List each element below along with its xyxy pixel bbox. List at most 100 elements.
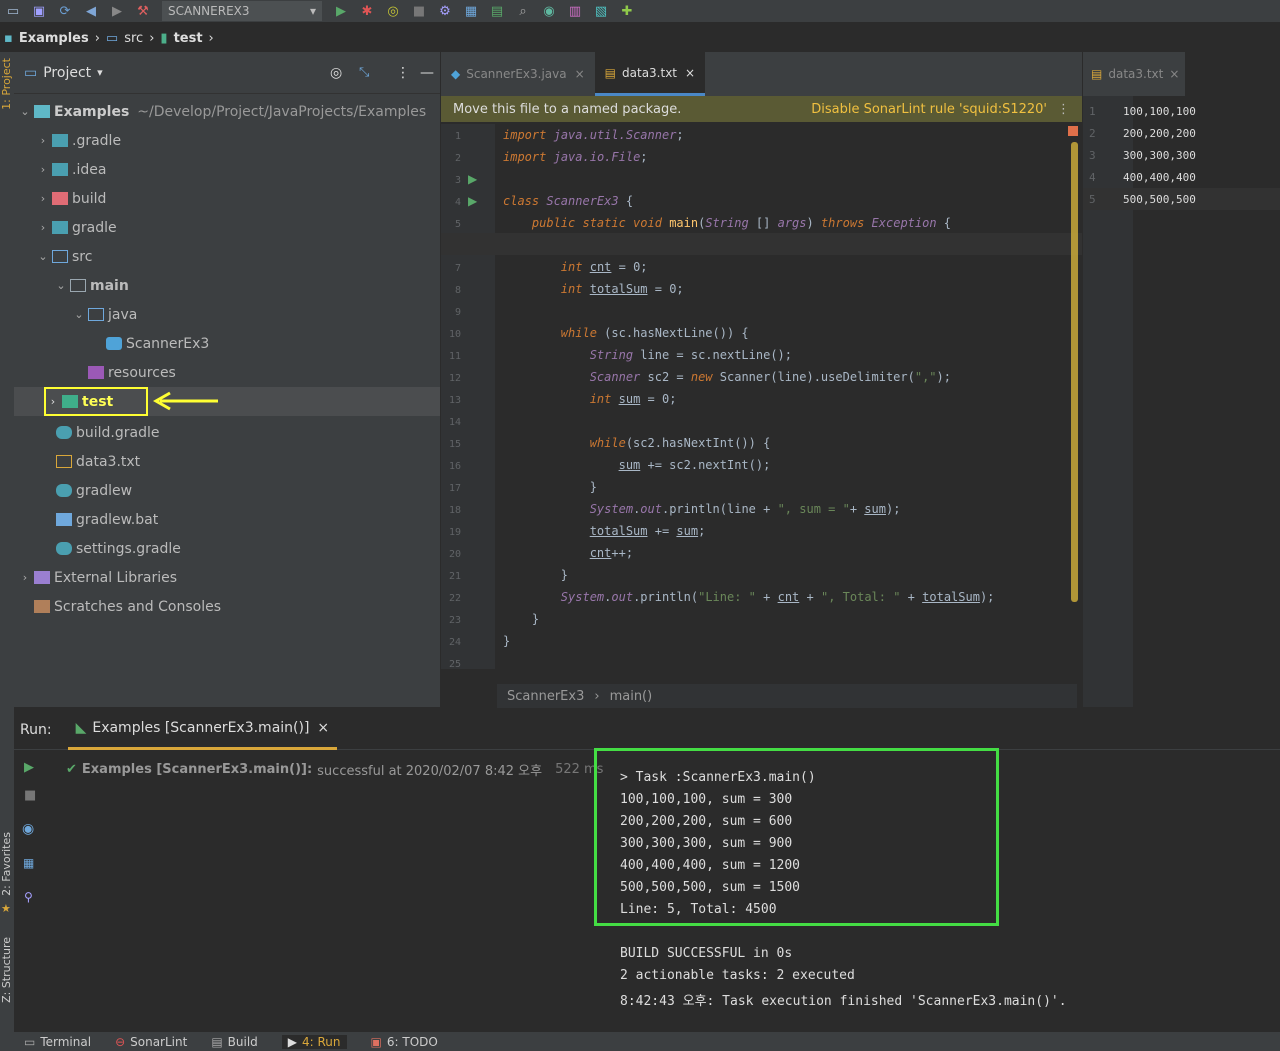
line-number: 2	[1089, 126, 1096, 140]
run-tool-button[interactable]: ▶ 4: Run	[281, 1034, 347, 1049]
left-tool-strip: 1: Project 2: Favorites ★ Z: Structure	[0, 52, 14, 1032]
tree-item-java[interactable]: ⌄ java	[14, 300, 440, 329]
run-gutter-icon[interactable]: ▶	[468, 172, 477, 186]
more-options-icon[interactable]: ⋮	[1057, 102, 1070, 117]
project-tool-label[interactable]: 1: Project	[0, 58, 13, 110]
tree-item-data3-txt[interactable]: data3.txt	[14, 447, 440, 476]
chevron-right-icon[interactable]: ›	[36, 192, 50, 205]
source-root-icon	[88, 308, 104, 321]
tree-item-scratches[interactable]: Scratches and Consoles	[14, 592, 440, 621]
collapse-icon[interactable]: ⤡	[359, 65, 369, 80]
editor-breadcrumb: ScannerEx3 › main()	[497, 684, 1077, 708]
data3-lines[interactable]: 1 100,100,100 2 200,200,200 3 300,300,300 4 400…	[1083, 96, 1280, 296]
tree-item-main[interactable]: ⌄ main	[14, 271, 440, 300]
tree-item-settings-gradle[interactable]: settings.gradle	[14, 534, 440, 563]
run-output[interactable]: > Task :ScannerEx3.main() 100,100,100, su…	[14, 710, 1280, 1020]
todo-button[interactable]: ▣ 6: TODO	[371, 1035, 438, 1049]
tree-item-build-gradle[interactable]: build.gradle	[14, 418, 440, 447]
tab-data3-txt[interactable]: ▤ data3.txt ×	[594, 52, 706, 96]
sonarlint-button[interactable]: ⊖ SonarLint	[115, 1035, 187, 1049]
tree-item-gradlew[interactable]: gradlew	[14, 476, 440, 505]
sonar-icon[interactable]: ◉	[536, 0, 562, 22]
sync-icon[interactable]: ⟳	[52, 0, 78, 22]
back-icon[interactable]: ◀	[78, 0, 104, 22]
open-folder-icon[interactable]: ▭	[0, 0, 26, 22]
close-icon[interactable]: ×	[685, 66, 695, 80]
chevron-right-icon[interactable]: ›	[18, 571, 32, 584]
database-icon[interactable]: ▥	[562, 0, 588, 22]
tree-item-gradle[interactable]: › gradle	[14, 213, 440, 242]
project-structure-icon[interactable]: ▦	[458, 0, 484, 22]
breadcrumb-src[interactable]: src	[124, 31, 143, 46]
tree-item-scannerex3[interactable]: ScannerEx3	[14, 329, 440, 358]
tab-scannerex3-java[interactable]: ◆ ScannerEx3.java ×	[441, 52, 595, 96]
tree-item-resources[interactable]: resources	[14, 358, 440, 387]
build-button[interactable]: ▤ Build	[211, 1035, 257, 1049]
code-area[interactable]: import java.util.Scanner; import java.io.…	[441, 124, 1082, 669]
terminal-icon[interactable]: ▤	[484, 0, 510, 22]
chevron-right-icon[interactable]: ›	[36, 134, 50, 147]
debug-icon[interactable]: ✱	[354, 0, 380, 22]
chevron-right-icon[interactable]: ›	[36, 163, 50, 176]
close-icon[interactable]: ×	[575, 67, 585, 81]
save-icon[interactable]: ▣	[26, 0, 52, 22]
folder-icon	[52, 221, 68, 234]
close-icon[interactable]: ×	[1169, 67, 1179, 81]
chevron-right-icon[interactable]: ›	[36, 221, 50, 234]
chevron-down-icon[interactable]: ▾	[97, 66, 103, 79]
scrollbar-track[interactable]	[1071, 142, 1078, 602]
build-icon: ▤	[211, 1034, 223, 1049]
source-folder-icon	[52, 250, 68, 263]
code-line: cnt++;	[589, 546, 634, 560]
locate-icon[interactable]: ◎	[330, 65, 342, 81]
tab-data3-txt-split[interactable]: ▤ data3.txt ×	[1083, 52, 1185, 96]
code-line: while (sc.hasNextLine()) {	[560, 326, 749, 340]
intellij-icon[interactable]: ▧	[588, 0, 614, 22]
breadcrumb-test[interactable]: test	[174, 31, 203, 46]
run-icon[interactable]: ▶	[328, 0, 354, 22]
run-gutter-icon[interactable]: ▶	[468, 194, 477, 208]
project-panel-title[interactable]: Project	[43, 65, 91, 81]
data-line: 4 400,400,400	[1083, 166, 1280, 188]
run-config-select[interactable]: SCANNEREX3 ▾	[162, 1, 322, 21]
tree-item-idea[interactable]: › .idea	[14, 155, 440, 184]
favorites-tool-label[interactable]: 2: Favorites	[0, 832, 13, 896]
data-line: 3 300,300,300	[1083, 144, 1280, 166]
chevron-down-icon[interactable]: ⌄	[54, 279, 68, 292]
tree-item-build[interactable]: › build	[14, 184, 440, 213]
crumb-class[interactable]: ScannerEx3	[507, 689, 584, 704]
tree-label: External Libraries	[54, 569, 177, 586]
output-line: BUILD SUCCESSFUL in 0s	[620, 946, 793, 961]
code-line: System.out.println("Line: " + cnt + ", T…	[560, 590, 995, 604]
hide-panel-icon[interactable]: —	[420, 65, 434, 81]
tree-item-examples[interactable]: ⌄ Examples ~/Develop/Project/JavaProject…	[14, 97, 440, 126]
stop-icon[interactable]: ■	[406, 0, 432, 22]
plugin-icon[interactable]: ✚	[614, 0, 640, 22]
project-view-icon: ▭	[24, 64, 38, 81]
yellow-highlight-box	[44, 387, 148, 416]
disable-rule-link[interactable]: Disable SonarLint rule 'squid:S1220'	[811, 102, 1047, 117]
build-hammer-icon[interactable]: ⚒	[130, 0, 156, 22]
chevron-down-icon[interactable]: ⌄	[36, 250, 50, 263]
breadcrumb-separator-icon: ›	[594, 688, 600, 704]
more-options-icon[interactable]: ⋮	[396, 65, 410, 81]
line-number: 3	[1089, 148, 1096, 162]
crumb-method[interactable]: main()	[610, 689, 653, 704]
coverage-icon[interactable]: ◎	[380, 0, 406, 22]
terminal-button[interactable]: ▭ Terminal	[24, 1035, 91, 1049]
code-line: }	[503, 568, 569, 582]
tree-label: data3.txt	[76, 453, 141, 470]
settings-gear-icon[interactable]: ⚙	[432, 0, 458, 22]
tree-item-test[interactable]: › test	[14, 387, 440, 416]
search-icon[interactable]: ⌕	[510, 0, 536, 22]
forward-icon[interactable]: ▶	[104, 0, 130, 22]
breadcrumb-examples[interactable]: Examples	[19, 31, 89, 46]
tree-item-gradlew-bat[interactable]: gradlew.bat	[14, 505, 440, 534]
chevron-down-icon[interactable]: ⌄	[18, 105, 32, 118]
structure-tool-label[interactable]: Z: Structure	[0, 937, 13, 1003]
chevron-down-icon[interactable]: ⌄	[72, 308, 86, 321]
tree-label: build.gradle	[76, 424, 160, 441]
tree-item-src[interactable]: ⌄ src	[14, 242, 440, 271]
tree-item-dot-gradle[interactable]: › .gradle	[14, 126, 440, 155]
tree-item-external-libraries[interactable]: › External Libraries	[14, 563, 440, 592]
